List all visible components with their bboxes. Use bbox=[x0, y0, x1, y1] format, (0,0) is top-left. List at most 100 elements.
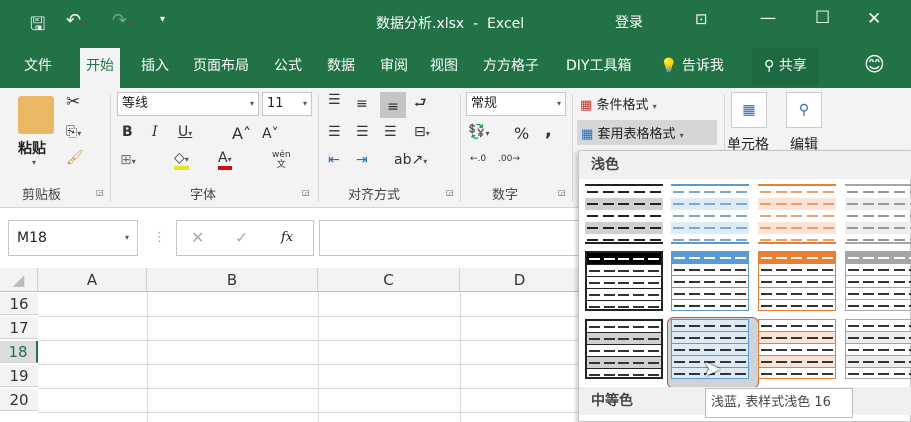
column-header-a[interactable]: A bbox=[38, 268, 147, 292]
table-style-tile[interactable] bbox=[758, 184, 836, 244]
align-top-icon[interactable]: ☰ bbox=[328, 92, 341, 108]
drag-handle-icon[interactable]: ⋮ bbox=[153, 230, 166, 245]
name-box-value: M18 bbox=[17, 230, 47, 246]
group-label-font: 字体 bbox=[190, 188, 217, 203]
phonetic-icon[interactable]: wén 文 bbox=[272, 150, 291, 170]
copy-icon[interactable]: ⎘▾ bbox=[66, 124, 81, 140]
name-box[interactable]: M18 ▾ bbox=[8, 220, 138, 256]
orientation-icon[interactable]: ab↗▾ bbox=[394, 152, 427, 168]
borders-icon[interactable]: ⊞▾ bbox=[120, 152, 136, 168]
font-color-icon[interactable]: A▾ bbox=[218, 150, 232, 170]
table-style-tile[interactable] bbox=[845, 319, 911, 379]
redo-icon[interactable]: ↷▾ bbox=[112, 10, 131, 31]
row-header-18-selected[interactable]: 18 bbox=[0, 341, 38, 363]
paste-icon[interactable] bbox=[18, 96, 54, 134]
align-left-icon[interactable]: ☰ bbox=[328, 124, 341, 140]
table-style-tile[interactable] bbox=[845, 184, 911, 244]
comma-button[interactable]: , bbox=[545, 120, 552, 141]
group-label-number: 数字 bbox=[492, 188, 519, 203]
dialog-launcher-icon[interactable]: ◲ bbox=[446, 188, 454, 197]
number-format-select[interactable]: 常规 ▾ bbox=[466, 92, 566, 116]
format-painter-icon[interactable]: 🖌 bbox=[66, 150, 84, 166]
row-header-19[interactable]: 19 bbox=[0, 365, 38, 387]
table-style-tile[interactable] bbox=[671, 251, 749, 311]
increase-indent-icon[interactable]: ⇥ bbox=[356, 152, 368, 168]
customize-toolbar-icon[interactable]: ▾ bbox=[160, 14, 165, 25]
search-icon[interactable]: ⚲ bbox=[786, 92, 822, 128]
close-button[interactable]: ✕ bbox=[867, 9, 881, 29]
dialog-launcher-icon[interactable]: ◲ bbox=[96, 188, 104, 197]
table-style-tile[interactable] bbox=[758, 319, 836, 379]
tab-home[interactable]: 开始 bbox=[80, 48, 120, 88]
insert-function-icon[interactable]: fx bbox=[281, 227, 293, 249]
tab-diy-toolbox[interactable]: DIY工具箱 bbox=[566, 54, 631, 88]
table-style-tile[interactable] bbox=[845, 251, 911, 311]
tab-fangfanggezi[interactable]: 方方格子 bbox=[483, 54, 539, 88]
fill-color-icon[interactable]: ◇▾ bbox=[174, 150, 189, 170]
increase-decimal-icon[interactable]: ←.0 bbox=[470, 154, 486, 164]
section-light: 浅色 bbox=[579, 151, 911, 179]
column-header-c[interactable]: C bbox=[318, 268, 460, 292]
align-bottom-icon[interactable]: ≡ bbox=[380, 92, 406, 118]
cancel-icon[interactable]: ✕ bbox=[191, 227, 204, 249]
dialog-launcher-icon[interactable]: ◲ bbox=[558, 188, 566, 197]
table-style-tile[interactable] bbox=[585, 184, 663, 244]
underline-button[interactable]: U▾ bbox=[178, 124, 192, 140]
formula-buttons: ✕ ✓ fx bbox=[176, 220, 314, 256]
phonetic-label: wén bbox=[272, 150, 291, 160]
minimize-button[interactable]: — bbox=[760, 8, 776, 27]
cut-icon[interactable]: ✂ bbox=[66, 92, 80, 112]
bold-button[interactable]: B bbox=[122, 124, 133, 140]
conditional-format-button[interactable]: ▦ 条件格式 ▾ bbox=[580, 94, 657, 113]
align-center-icon[interactable]: ☰ bbox=[356, 124, 369, 140]
font-size-value: 11 bbox=[267, 96, 284, 111]
tab-insert[interactable]: 插入 bbox=[141, 54, 169, 88]
merge-center-icon[interactable]: ⊟▾ bbox=[414, 124, 430, 140]
save-icon[interactable]: 🖫 bbox=[30, 12, 45, 42]
format-as-table-button[interactable]: ▦ 套用表格格式 ▾ bbox=[577, 120, 717, 145]
decrease-decimal-icon[interactable]: .00→ bbox=[498, 154, 520, 164]
tab-data[interactable]: 数据 bbox=[327, 54, 355, 88]
tab-formulas[interactable]: 公式 bbox=[274, 54, 302, 88]
tell-me[interactable]: 💡 告诉我 bbox=[660, 54, 724, 88]
ribbon-display-icon[interactable]: ⊡ bbox=[695, 10, 708, 28]
tab-review[interactable]: 审阅 bbox=[380, 54, 408, 88]
row-header-17[interactable]: 17 bbox=[0, 317, 38, 339]
dialog-launcher-icon[interactable]: ◲ bbox=[302, 188, 310, 197]
check-icon[interactable]: ✓ bbox=[235, 227, 248, 249]
maximize-button[interactable]: ☐ bbox=[815, 8, 830, 28]
italic-button[interactable]: I bbox=[152, 124, 158, 140]
select-all-button[interactable]: ◢ bbox=[0, 268, 38, 292]
decrease-indent-icon[interactable]: ⇤ bbox=[328, 152, 340, 168]
table-style-tile[interactable] bbox=[585, 319, 663, 379]
align-middle-icon[interactable]: ≡ bbox=[356, 96, 368, 112]
smiley-feedback-icon[interactable]: 😊 bbox=[864, 52, 885, 86]
share-label: 共享 bbox=[778, 58, 807, 74]
percent-button[interactable]: % bbox=[514, 124, 529, 143]
cells-icon[interactable]: ▦ bbox=[731, 92, 767, 128]
font-size-select[interactable]: 11 ▾ bbox=[262, 92, 312, 116]
paste-button[interactable]: 粘贴 bbox=[18, 138, 46, 158]
table-style-tile[interactable] bbox=[671, 184, 749, 244]
wrap-text-icon[interactable]: ⮐ bbox=[414, 92, 427, 116]
tab-page-layout[interactable]: 页面布局 bbox=[193, 54, 249, 88]
login-button[interactable]: 登录 bbox=[615, 12, 643, 32]
tab-view[interactable]: 视图 bbox=[430, 54, 458, 88]
increase-font-icon[interactable]: A˄ bbox=[232, 124, 251, 143]
font-name-select[interactable]: 等线 ▾ bbox=[117, 92, 259, 116]
row-header-16[interactable]: 16 bbox=[0, 293, 38, 315]
conditional-format-icon: ▦ bbox=[580, 98, 593, 113]
paste-dropdown-icon[interactable]: ▾ bbox=[32, 158, 36, 167]
table-style-tile[interactable] bbox=[758, 251, 836, 311]
undo-icon[interactable]: ↶▾ bbox=[66, 10, 85, 31]
align-right-icon[interactable]: ☰ bbox=[384, 124, 397, 140]
accounting-format-icon[interactable]: 💱▾ bbox=[468, 124, 489, 140]
table-style-tile[interactable] bbox=[585, 251, 663, 311]
column-header-d[interactable]: D bbox=[460, 268, 580, 292]
tab-file[interactable]: 文件 bbox=[24, 54, 52, 88]
format-as-table-label: 套用表格格式 bbox=[597, 127, 676, 142]
column-header-b[interactable]: B bbox=[147, 268, 318, 292]
row-header-20[interactable]: 20 bbox=[0, 389, 38, 411]
share-button[interactable]: ⚲ 共享 bbox=[752, 48, 819, 86]
decrease-font-icon[interactable]: A˅ bbox=[262, 126, 279, 142]
